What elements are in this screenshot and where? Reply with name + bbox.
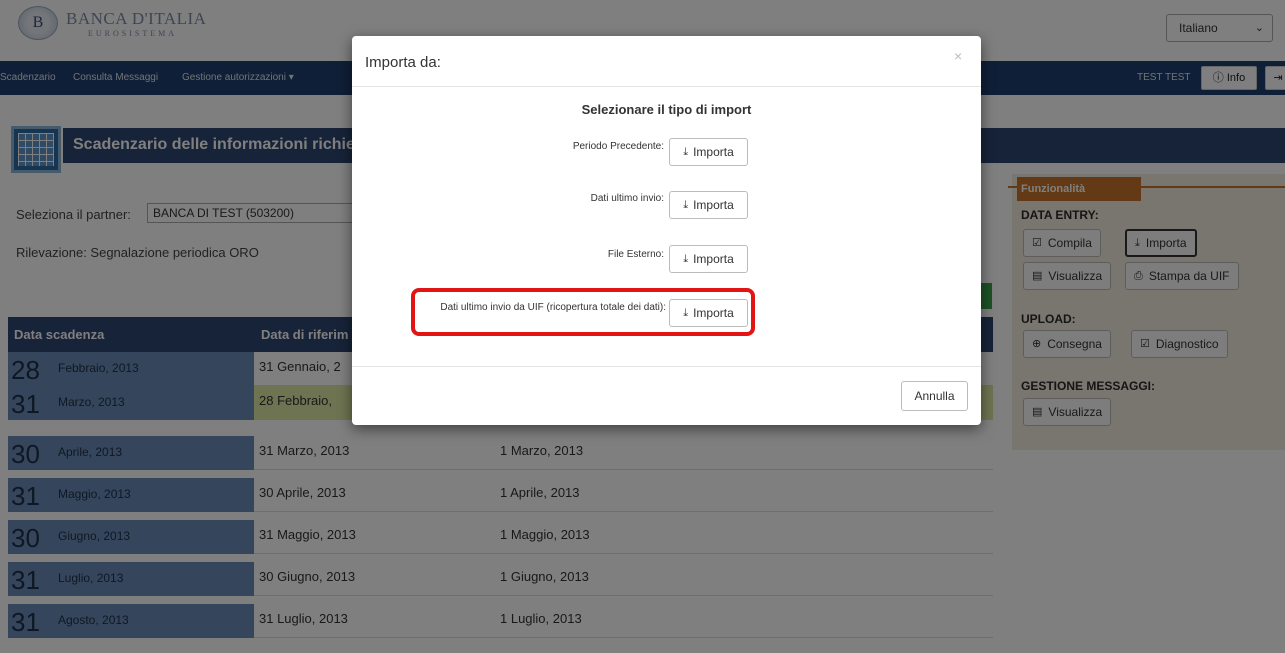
download-icon: ⤓ [683,252,689,265]
importa-file-esterno-button[interactable]: ⤓ Importa [669,245,748,273]
option-label-dati-ultimo-invio: Dati ultimo invio: [590,193,664,204]
modal-header: Importa da: × [352,36,981,87]
option-label-file-esterno: File Esterno: [607,249,664,260]
modal-footer-divider [352,366,981,367]
download-icon: ⤓ [683,145,689,158]
cancel-button[interactable]: Annulla [901,381,968,411]
import-modal: Importa da: × Selezionare il tipo di imp… [352,36,981,425]
option-label-periodo-precedente: Periodo Precedente: [572,141,664,152]
importa-dati-ultimo-invio-button[interactable]: ⤓ Importa [669,191,748,219]
modal-subtitle: Selezionare il tipo di import [581,102,752,117]
importa-periodo-precedente-button[interactable]: ⤓ Importa [669,138,748,166]
download-icon: ⤓ [683,198,689,211]
annotation-highlight-box [411,288,755,336]
modal-title: Importa da: [365,54,441,71]
close-icon[interactable]: × [954,48,962,64]
